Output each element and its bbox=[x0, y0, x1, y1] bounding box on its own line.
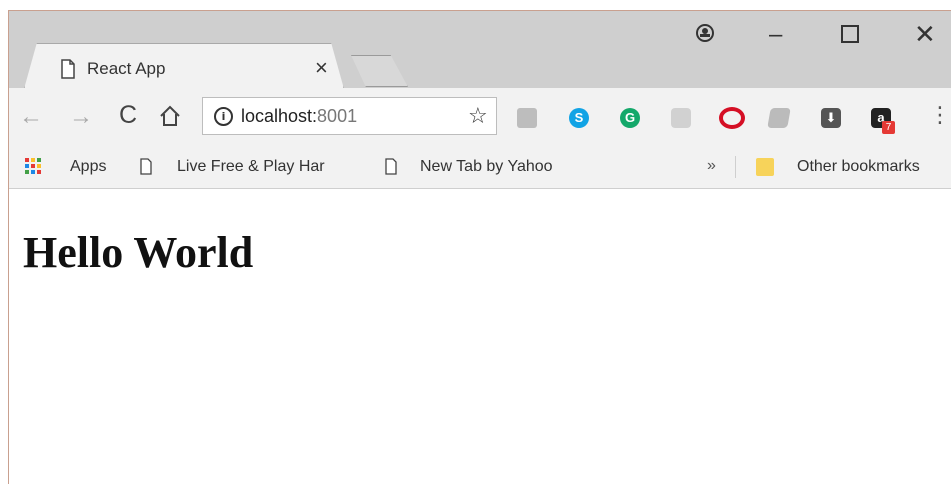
page-icon bbox=[61, 59, 75, 79]
notification-badge: 7 bbox=[882, 121, 895, 134]
address-bar[interactable]: i localhost:8001 ☆ bbox=[202, 97, 497, 135]
tab-strip: React App × – ✕ bbox=[9, 11, 951, 89]
close-window-button[interactable]: ✕ bbox=[914, 19, 936, 50]
minimize-button[interactable]: – bbox=[769, 21, 782, 49]
maximize-button[interactable] bbox=[841, 25, 859, 43]
bookmark-item[interactable]: New Tab by Yahoo bbox=[420, 158, 553, 176]
info-icon[interactable]: i bbox=[214, 107, 233, 126]
reload-button[interactable]: C bbox=[119, 101, 137, 130]
back-button[interactable]: ← bbox=[19, 103, 43, 131]
menu-button[interactable]: ⋮ bbox=[929, 102, 951, 128]
skype-icon[interactable]: S bbox=[569, 108, 589, 128]
forward-button[interactable]: → bbox=[69, 103, 93, 131]
toolbar: ← → C i localhost:8001 ☆ S G ⬇ a 7 ⋮ bbox=[9, 88, 951, 145]
bookmark-star-icon[interactable]: ☆ bbox=[468, 103, 488, 129]
divider bbox=[735, 156, 736, 178]
tab-react-app[interactable]: React App × bbox=[24, 43, 344, 89]
page-icon bbox=[385, 158, 397, 175]
bookmarks-bar: Apps Live Free & Play Har New Tab by Yah… bbox=[9, 145, 951, 189]
download-icon[interactable]: ⬇ bbox=[821, 108, 841, 128]
folder-icon[interactable] bbox=[756, 158, 774, 176]
opera-icon[interactable] bbox=[719, 107, 745, 129]
bookmarks-overflow-button[interactable]: » bbox=[707, 157, 716, 175]
bookmark-item[interactable]: Live Free & Play Har bbox=[177, 158, 355, 176]
bookmark-apps[interactable]: Apps bbox=[70, 158, 106, 176]
browser-window: React App × – ✕ ← → C i localhost:8001 ☆… bbox=[8, 10, 951, 484]
grammarly-icon[interactable]: G bbox=[620, 108, 640, 128]
url-text[interactable]: localhost:8001 bbox=[241, 106, 357, 127]
page-content: Hello World bbox=[9, 189, 951, 484]
home-icon[interactable] bbox=[159, 105, 181, 127]
new-tab-button[interactable] bbox=[350, 55, 408, 87]
acrobat-icon[interactable] bbox=[671, 108, 691, 128]
apps-grid-icon[interactable] bbox=[25, 158, 41, 174]
other-bookmarks[interactable]: Other bookmarks bbox=[797, 158, 920, 176]
box-icon[interactable] bbox=[767, 108, 791, 128]
google-drive-icon[interactable] bbox=[517, 108, 537, 128]
page-icon bbox=[140, 158, 152, 175]
user-icon[interactable] bbox=[695, 23, 715, 43]
tab-close-button[interactable]: × bbox=[315, 55, 328, 81]
page-heading: Hello World bbox=[23, 228, 254, 277]
tab-title: React App bbox=[87, 59, 166, 78]
